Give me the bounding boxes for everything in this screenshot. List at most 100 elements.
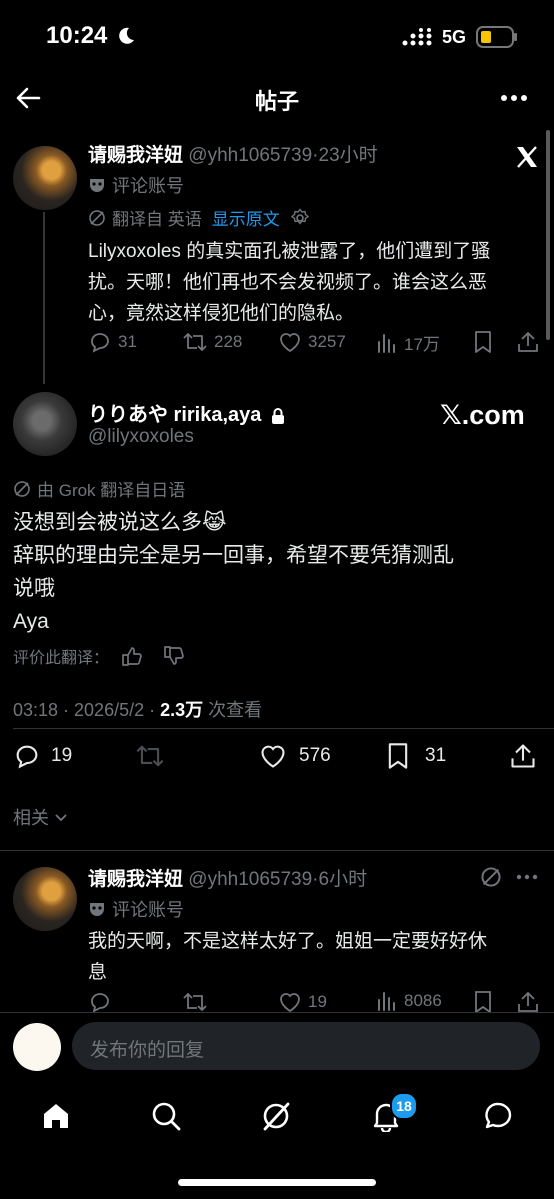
translate-icon[interactable] bbox=[480, 866, 502, 888]
home-icon[interactable] bbox=[40, 1100, 72, 1132]
reply-icon bbox=[16, 745, 38, 769]
post-text-line: 辞职的理由完全是另一回事，希望不要凭猜测乱 bbox=[13, 544, 454, 567]
display-name[interactable]: りりあや ririka,aya bbox=[88, 404, 261, 426]
battery-icon bbox=[476, 26, 518, 48]
thread-line bbox=[43, 212, 45, 384]
display-name[interactable]: 请赐我洋妞 bbox=[88, 145, 183, 166]
post-text-line: Lilyxoxoles 的真实面孔被泄露了，他们遭到了骚 bbox=[88, 241, 491, 262]
like-count: 19 bbox=[308, 992, 327, 1011]
post-text: 我的天啊，不是这样太好了。姐姐一定要好好休 息 bbox=[88, 926, 548, 988]
share-icon[interactable] bbox=[516, 330, 540, 354]
action-bar: 19 576 31 bbox=[13, 742, 543, 772]
scrollbar[interactable] bbox=[546, 130, 550, 340]
thumbs-down-icon[interactable] bbox=[163, 645, 185, 667]
x-com-watermark: 𝕏.com bbox=[440, 400, 525, 430]
settings-gear-icon[interactable] bbox=[290, 207, 310, 228]
view-count: 17万 bbox=[404, 335, 440, 354]
thumbs-up-icon[interactable] bbox=[121, 645, 143, 667]
reply-button[interactable]: 31 bbox=[88, 330, 137, 354]
bookmark-icon[interactable] bbox=[472, 330, 494, 354]
like-button[interactable]: 19 bbox=[278, 990, 327, 1012]
post-text-line: 说哦 bbox=[13, 577, 55, 600]
mask-icon bbox=[88, 900, 106, 918]
like-count: 576 bbox=[299, 745, 331, 766]
bookmark-button[interactable]: 31 bbox=[385, 742, 446, 770]
handle[interactable]: @lilyxoxoles bbox=[88, 426, 194, 448]
repost-button[interactable]: 228 bbox=[182, 330, 242, 354]
status-bar: 10:24 5G bbox=[0, 0, 554, 72]
heart-icon bbox=[280, 993, 300, 1012]
notifications-badge: 18 bbox=[390, 1092, 418, 1120]
action-bar: 31 228 3257 17万 bbox=[88, 330, 548, 358]
timestamp-row: 03:18 · 2026/5/2 · 2.3万 次查看 bbox=[13, 696, 262, 722]
divider bbox=[13, 728, 554, 729]
quoted-post: 请赐我洋妞 @yhh1065739·23小时 评论账号 翻译自 英语 显示原文 … bbox=[88, 140, 548, 329]
views-icon bbox=[378, 992, 395, 1011]
repost-icon[interactable] bbox=[182, 990, 208, 1012]
account-badge: 评论账号 bbox=[112, 900, 184, 920]
post-text-line: 扰。天哪！他们再也不会发视频了。谁会这么恶 bbox=[88, 272, 488, 293]
rate-translation-label: 评价此翻译： bbox=[13, 650, 110, 667]
translate-icon bbox=[13, 480, 31, 498]
views-icon bbox=[378, 333, 395, 353]
signal-icon bbox=[402, 28, 434, 46]
like-count: 3257 bbox=[308, 332, 346, 351]
display-name[interactable]: 请赐我洋妞 bbox=[88, 869, 183, 890]
bookmark-icon bbox=[388, 743, 408, 769]
share-icon[interactable] bbox=[516, 990, 540, 1012]
account-badge: 评论账号 bbox=[112, 176, 184, 196]
search-icon[interactable] bbox=[150, 1100, 182, 1132]
reply-icon[interactable] bbox=[88, 990, 112, 1012]
related-label: 相关 bbox=[13, 808, 49, 828]
divider bbox=[0, 850, 554, 851]
translate-note: 由 Grok 翻译自日语 bbox=[37, 481, 186, 500]
reply-input[interactable]: 发布你的回复 bbox=[72, 1022, 540, 1070]
reply-button[interactable]: 19 bbox=[13, 742, 72, 770]
more-options-icon[interactable] bbox=[516, 874, 538, 880]
more-options-icon[interactable] bbox=[500, 94, 528, 102]
post-text-line: Aya bbox=[13, 610, 49, 633]
views-button[interactable]: 17万 bbox=[376, 330, 440, 355]
user-avatar[interactable] bbox=[13, 1023, 61, 1071]
mask-icon bbox=[88, 176, 106, 194]
display-name-row: りりあや ririka,aya bbox=[88, 398, 286, 427]
repost-count: 228 bbox=[214, 332, 243, 351]
views-label: 次查看 bbox=[203, 700, 263, 720]
post-text: Lilyxoxoles 的真实面孔被泄露了，他们遭到了骚 扰。天哪！他们再也不会… bbox=[88, 236, 548, 329]
timestamp: 03:18 · 2026/5/2 · bbox=[13, 700, 161, 720]
messages-icon[interactable] bbox=[482, 1100, 514, 1132]
translate-note: 翻译自 英语 bbox=[112, 210, 202, 229]
bottom-nav: 18 bbox=[0, 1082, 554, 1199]
heart-icon bbox=[280, 333, 300, 353]
like-button[interactable]: 3257 bbox=[278, 330, 346, 354]
network-label: 5G bbox=[442, 27, 467, 47]
home-indicator[interactable] bbox=[178, 1179, 376, 1186]
translate-icon bbox=[88, 209, 106, 227]
post-text: 没想到会被说这么多😹 辞职的理由完全是另一回事，希望不要凭猜测乱 说哦 Aya bbox=[13, 506, 543, 638]
reply-count: 19 bbox=[51, 745, 73, 766]
repost-icon[interactable] bbox=[135, 742, 165, 770]
views-button[interactable]: 8086 bbox=[376, 990, 442, 1012]
avatar[interactable] bbox=[13, 392, 77, 456]
reply-composer: 发布你的回复 bbox=[0, 1012, 554, 1083]
reply-icon bbox=[91, 333, 109, 353]
reply-placeholder: 发布你的回复 bbox=[90, 1040, 205, 1061]
status-time: 10:24 bbox=[46, 22, 108, 49]
avatar[interactable] bbox=[13, 146, 77, 210]
handle-time[interactable]: @yhh1065739·23小时 bbox=[188, 145, 377, 166]
reply-count: 31 bbox=[118, 332, 137, 351]
like-button[interactable]: 576 bbox=[259, 742, 331, 770]
avatar[interactable] bbox=[13, 867, 77, 931]
share-icon[interactable] bbox=[509, 742, 537, 770]
related-dropdown[interactable]: 相关 bbox=[13, 804, 69, 830]
moon-icon bbox=[116, 26, 136, 46]
reply-post: 请赐我洋妞 @yhh1065739·6小时 评论账号 我的天啊，不是这样太好了。… bbox=[88, 864, 548, 988]
post-text-line: 息 bbox=[88, 962, 108, 983]
handle-time[interactable]: @yhh1065739·6小时 bbox=[188, 869, 367, 890]
bookmark-icon[interactable] bbox=[472, 990, 494, 1012]
heart-icon bbox=[261, 745, 285, 768]
show-original-link[interactable]: 显示原文 bbox=[212, 205, 280, 230]
view-count: 8086 bbox=[404, 991, 442, 1010]
grok-icon[interactable] bbox=[260, 1100, 292, 1132]
x-logo-icon[interactable] bbox=[514, 144, 540, 170]
